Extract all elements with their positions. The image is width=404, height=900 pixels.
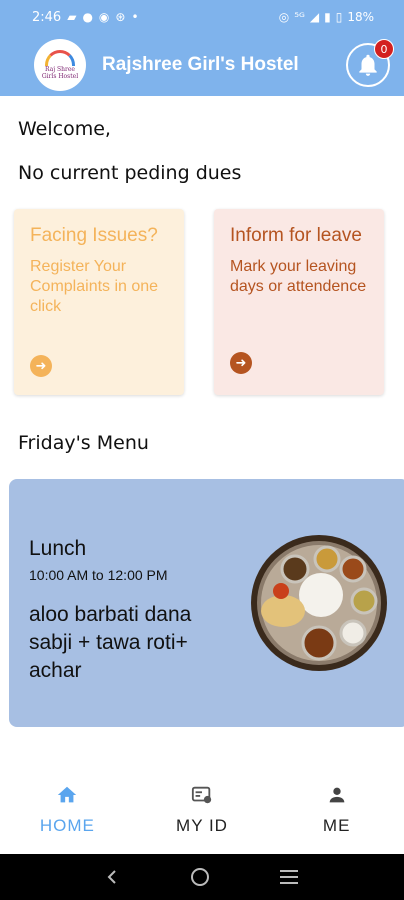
nav-home-label: HOME — [39, 816, 95, 835]
card-title: Inform for leave — [230, 225, 362, 246]
logo-text-2: Girls Hostel — [41, 73, 79, 80]
logo-text-1: Raj Shree — [45, 66, 75, 73]
nav-my-id-label: MY ID — [176, 816, 228, 835]
wifi-icon: ◢ — [309, 10, 320, 24]
app-title: Rajshree Girl's Hostel — [102, 54, 299, 75]
meal-name: Lunch — [29, 537, 87, 560]
recents-icon[interactable] — [278, 868, 300, 886]
arrow-right-icon[interactable]: ➜ — [30, 355, 52, 377]
nav-me[interactable]: ME — [269, 768, 404, 854]
menu-heading: Friday's Menu — [18, 432, 149, 454]
welcome-text: Welcome, — [18, 118, 111, 140]
hotspot-icon: ◎ — [278, 10, 290, 24]
person-icon — [329, 787, 345, 803]
battery-level: 18% — [347, 10, 374, 24]
inform-leave-card[interactable]: Inform for leave Mark your leaving days … — [214, 209, 384, 395]
thali-image — [251, 535, 387, 671]
id-card-icon — [191, 786, 212, 804]
nav-home[interactable]: HOME — [0, 768, 135, 854]
status-left: 2:46 ▰ ● ◉ ⊛ • — [32, 10, 139, 25]
meal-items: aloo barbati dana sabji + tawa roti+ ach… — [29, 603, 192, 682]
dues-status: No current peding dues — [18, 162, 242, 184]
card-title: Facing Issues? — [30, 225, 158, 246]
logo-arc-icon — [45, 50, 75, 66]
nav-my-id[interactable]: MY ID — [135, 768, 270, 854]
facing-issues-card[interactable]: Facing Issues? Register Your Complaints … — [14, 209, 184, 395]
notification-badge: 0 — [374, 39, 394, 59]
status-bar: 2:46 ▰ ● ◉ ⊛ • ◎ ⁵ᴳ ◢ ▮ ▯ 18% — [0, 0, 404, 34]
app-header: Raj Shree Girls Hostel Rajshree Girl's H… — [0, 34, 404, 96]
arrow-right-icon[interactable]: ➜ — [230, 352, 252, 374]
meal-time: 10:00 AM to 12:00 PM — [29, 567, 168, 583]
home-circle-icon[interactable] — [189, 866, 211, 888]
back-icon[interactable] — [104, 868, 122, 886]
system-nav-bar — [0, 854, 404, 900]
home-icon — [58, 786, 77, 803]
network-5g-icon: ⁵ᴳ — [294, 10, 305, 24]
hostel-logo: Raj Shree Girls Hostel — [34, 39, 86, 91]
chat-icon: ● — [82, 10, 93, 24]
message-icon: ▰ — [67, 10, 77, 24]
whatsapp-icon: ◉ — [98, 10, 110, 24]
settings-icon: ⊛ — [115, 10, 126, 24]
card-description: Register Your Complaints in one click — [30, 258, 159, 315]
card-description: Mark your leaving days or attendence — [230, 258, 367, 295]
nav-me-label: ME — [322, 816, 351, 835]
signal-icon: ▮ — [324, 10, 331, 24]
notification-button[interactable]: 0 — [346, 39, 394, 87]
bottom-nav: HOME MY ID ME — [0, 768, 404, 854]
status-right: ◎ ⁵ᴳ ◢ ▮ ▯ 18% — [279, 10, 374, 24]
dot-icon: • — [131, 10, 139, 24]
status-time: 2:46 — [32, 9, 62, 25]
battery-icon: ▯ — [335, 10, 343, 24]
menu-card: Lunch 10:00 AM to 12:00 PM aloo barbati … — [9, 479, 404, 727]
